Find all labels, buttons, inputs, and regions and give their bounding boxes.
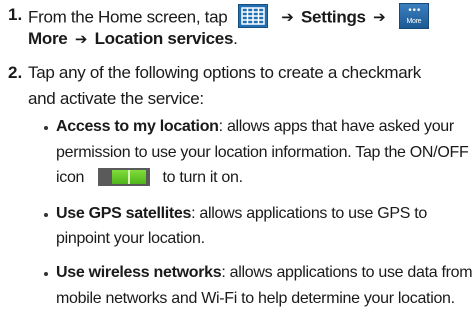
arrow-icon: ➔ bbox=[74, 30, 88, 48]
step-2-line-2: and activate the service: bbox=[28, 89, 204, 108]
step-1-number: 1. bbox=[8, 5, 23, 24]
step-2-line-1: Tap any of the following options to crea… bbox=[28, 63, 421, 82]
more-label: More bbox=[28, 29, 68, 48]
access-to-my-location-title: Access to my location bbox=[56, 118, 219, 135]
bullet-3-line-1: Use wireless networks: allows applicatio… bbox=[56, 263, 473, 283]
arrow-icon: ➔ bbox=[373, 8, 386, 27]
bullet-1-description: : allows apps that have asked your bbox=[218, 118, 455, 135]
settings-label: Settings bbox=[301, 7, 366, 27]
bullet-2-description: : allows applications to use GPS to bbox=[191, 205, 427, 222]
step-2-number: 2. bbox=[8, 63, 23, 82]
bullet-dot bbox=[44, 213, 48, 217]
bullet-dot bbox=[44, 126, 48, 130]
step-1-line-2: More ➔ Location services. bbox=[28, 29, 238, 49]
apps-grid-icon bbox=[237, 4, 268, 28]
location-services-label: Location services bbox=[94, 29, 234, 48]
use-wireless-networks-title: Use wireless networks bbox=[56, 264, 222, 281]
use-gps-satellites-title: Use GPS satellites bbox=[56, 205, 192, 222]
bullet-3-description: : allows applications to use data from bbox=[221, 264, 473, 281]
bullet-1-line-3: icon to turn it on. bbox=[56, 167, 243, 188]
more-dots-icon: ••• bbox=[407, 6, 421, 16]
on-off-toggle-icon bbox=[98, 167, 151, 186]
step-1-intro-text: From the Home screen, tap bbox=[28, 7, 228, 27]
more-icon: ••• More bbox=[398, 3, 429, 29]
arrow-icon: ➔ bbox=[281, 8, 294, 27]
period: . bbox=[233, 29, 238, 48]
bullet-1-line-1: Access to my location: allows apps that … bbox=[56, 117, 454, 137]
bullet-2-line-2: pinpoint your location. bbox=[56, 230, 205, 247]
icon-word: icon bbox=[56, 169, 85, 186]
step-1-line-1: From the Home screen, tap ➔ Settings ➔ •… bbox=[28, 3, 429, 31]
instruction-page: 1. From the Home screen, tap ➔ Settings … bbox=[0, 0, 473, 331]
bullet-dot bbox=[44, 272, 48, 276]
bullet-1-line-2: permission to use your location informat… bbox=[56, 144, 469, 161]
turn-on-text: to turn it on. bbox=[162, 169, 243, 186]
bullet-3-line-2: mobile networks and Wi-Fi to help determ… bbox=[56, 290, 455, 307]
bullet-2-line-1: Use GPS satellites: allows applications … bbox=[56, 204, 427, 224]
more-icon-label: More bbox=[406, 18, 422, 25]
toggle-divider bbox=[128, 169, 131, 184]
